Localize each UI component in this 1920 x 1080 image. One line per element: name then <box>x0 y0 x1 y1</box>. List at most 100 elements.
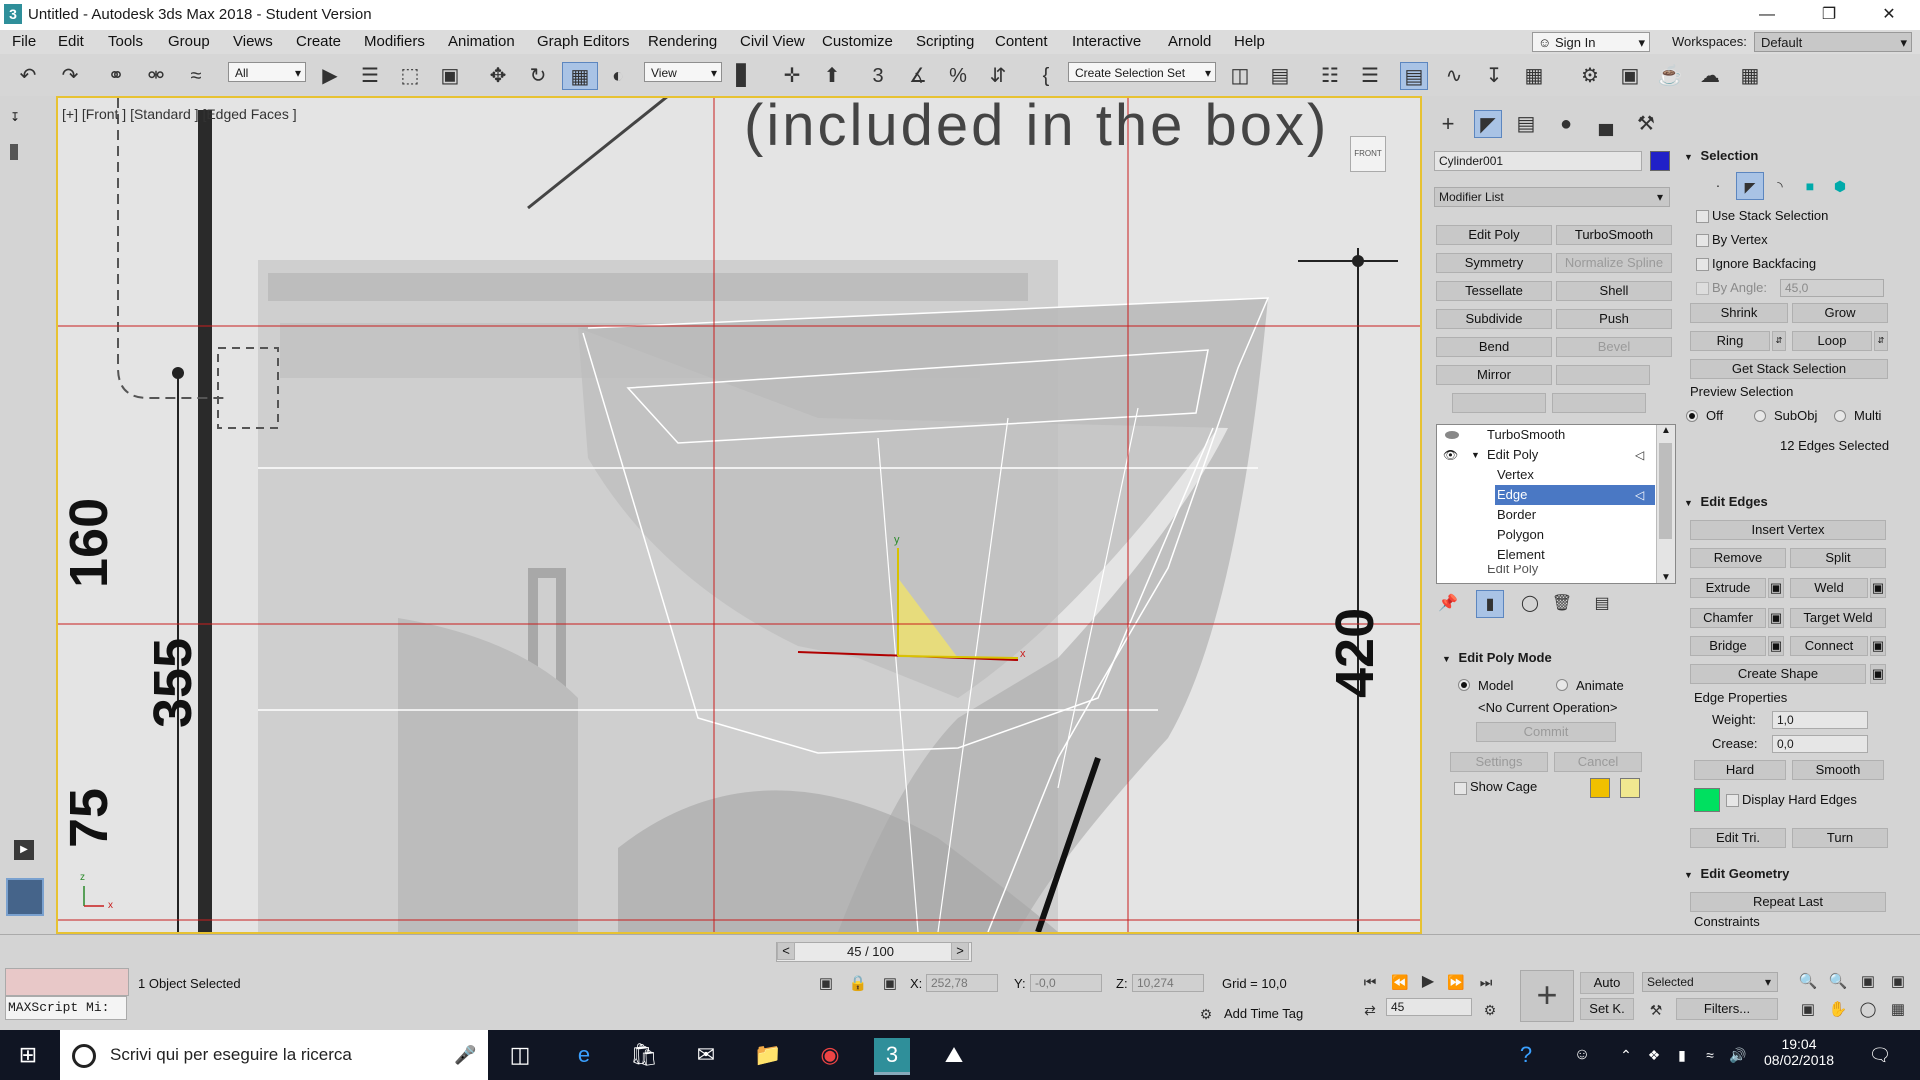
configure-modifier-sets-icon[interactable]: ▤ <box>1588 590 1616 618</box>
edit-edges-header[interactable]: ▼ Edit Edges <box>1684 494 1768 509</box>
ring-spinner-icon[interactable]: ⇵ <box>1772 331 1786 351</box>
display-tab-icon[interactable]: ▄ <box>1592 110 1620 138</box>
mirror-icon[interactable]: ◫ <box>1226 62 1254 90</box>
menu-interactive[interactable]: Interactive <box>1072 33 1141 50</box>
menu-tools[interactable]: Tools <box>108 33 143 50</box>
cage-color-swatch[interactable] <box>1590 778 1610 798</box>
modifier-mirror-button[interactable]: Mirror <box>1436 365 1552 385</box>
repeat-last-button[interactable]: Repeat Last <box>1690 892 1886 912</box>
field-of-view-icon[interactable]: ▣ <box>1794 996 1822 1024</box>
y-coordinate-field[interactable]: -0,0 <box>1030 974 1102 992</box>
menu-scripting[interactable]: Scripting <box>916 33 974 50</box>
modifier-edit-poly-button[interactable]: Edit Poly <box>1436 225 1552 245</box>
settings-button[interactable]: Settings <box>1450 752 1548 772</box>
material-editor-icon[interactable]: ▦ <box>1520 62 1548 90</box>
hierarchy-tab-icon[interactable]: ▤ <box>1512 110 1540 138</box>
preview-subobj-radio[interactable] <box>1754 410 1766 422</box>
commit-button[interactable]: Commit <box>1476 722 1616 742</box>
viewcube[interactable]: FRONT <box>1350 136 1386 172</box>
link-icon[interactable]: ⚭ <box>102 62 130 90</box>
maximize-viewport-icon[interactable]: ▦ <box>1884 996 1912 1024</box>
isolate-selection-icon[interactable]: ▣ <box>812 970 840 998</box>
modifier-shell-button[interactable]: Shell <box>1556 281 1672 301</box>
viewport-layout-icon[interactable] <box>6 878 44 916</box>
modifier-empty-button[interactable] <box>1552 393 1646 413</box>
display-hard-edges-checkbox[interactable] <box>1726 794 1739 807</box>
modifier-symmetry-button[interactable]: Symmetry <box>1436 253 1552 273</box>
scene-explorer-toggle-icon[interactable] <box>10 144 18 160</box>
menu-modifiers[interactable]: Modifiers <box>364 33 425 50</box>
previous-frame-icon[interactable]: ⏪ <box>1386 968 1414 996</box>
menu-civil-view[interactable]: Civil View <box>740 33 805 50</box>
front-viewport[interactable]: [+] [Front ] [Standard ] [Edged Faces ] … <box>56 96 1422 934</box>
maxscript-mini-field[interactable]: MAXScript Mi: <box>5 996 127 1020</box>
filters-button[interactable]: Filters... <box>1676 998 1778 1020</box>
layer-explorer-icon[interactable]: ☰ <box>1356 62 1384 90</box>
select-object-icon[interactable]: ▶ <box>316 62 344 90</box>
photos-icon[interactable]: ⛰ <box>936 1038 972 1072</box>
object-color-swatch[interactable] <box>1650 151 1670 171</box>
weld-button[interactable]: Weld <box>1790 578 1868 598</box>
task-view-icon[interactable]: ◫ <box>502 1038 538 1072</box>
by-angle-checkbox[interactable] <box>1696 282 1709 295</box>
menu-group[interactable]: Group <box>168 33 210 50</box>
split-button[interactable]: Split <box>1790 548 1886 568</box>
a360-gallery-icon[interactable]: ▦ <box>1736 62 1764 90</box>
render-production-icon[interactable]: ☕ <box>1656 62 1684 90</box>
edit-geometry-header[interactable]: ▼ Edit Geometry <box>1684 866 1789 881</box>
edge-browser-icon[interactable]: e <box>566 1038 602 1072</box>
menu-edit[interactable]: Edit <box>58 33 84 50</box>
rotate-icon[interactable]: ↻ <box>524 62 552 90</box>
workspace-dropdown[interactable]: Default ▾ <box>1754 32 1912 52</box>
grow-button[interactable]: Grow <box>1792 303 1888 323</box>
percent-snap-icon[interactable]: % <box>944 62 972 90</box>
scroll-up-icon[interactable]: ▲ <box>1657 425 1675 436</box>
select-by-name-icon[interactable]: ☰ <box>356 62 384 90</box>
scene-explorer-icon[interactable]: ☷ <box>1316 62 1344 90</box>
render-in-cloud-icon[interactable]: ☁ <box>1696 62 1724 90</box>
minimize-button[interactable]: — <box>1740 0 1794 30</box>
sign-in-dropdown[interactable]: ☺ Sign In ▾ <box>1532 32 1650 52</box>
chamfer-settings-icon[interactable]: ▣ <box>1768 608 1784 628</box>
crease-spinner[interactable]: 0,0 <box>1772 735 1868 753</box>
modifier-push-button[interactable]: Push <box>1556 309 1672 329</box>
utilities-tab-icon[interactable]: ⚒ <box>1632 110 1660 138</box>
curve-editor-icon[interactable]: ∿ <box>1440 62 1468 90</box>
set-key-big-icon[interactable]: + <box>1520 970 1574 1022</box>
modifier-turbosmooth-button[interactable]: TurboSmooth <box>1556 225 1672 245</box>
clock[interactable]: 19:04 08/02/2018 <box>1764 1036 1834 1068</box>
bind-space-warp-icon[interactable]: ≈ <box>182 62 210 90</box>
show-cage-checkbox[interactable] <box>1454 782 1467 795</box>
menu-help[interactable]: Help <box>1234 33 1265 50</box>
set-key-button[interactable]: Set K. <box>1580 998 1634 1020</box>
zoom-icon[interactable]: 🔍 <box>1794 968 1822 996</box>
stack-item-edit-poly-2[interactable]: Edit Poly <box>1437 565 1655 579</box>
loop-button[interactable]: Loop <box>1792 331 1872 351</box>
smooth-button[interactable]: Smooth <box>1792 760 1884 780</box>
select-manipulate-icon[interactable]: ✛ <box>778 62 806 90</box>
use-stack-selection-checkbox[interactable] <box>1696 210 1709 223</box>
insert-vertex-button[interactable]: Insert Vertex <box>1690 520 1886 540</box>
selection-filter-dropdown[interactable]: All ▾ <box>228 62 306 82</box>
polygon-mode-icon[interactable]: ■ <box>1796 172 1824 200</box>
bridge-settings-icon[interactable]: ▣ <box>1768 636 1784 656</box>
remove-modifier-icon[interactable]: 🗑 <box>1548 590 1576 618</box>
add-time-tag-label[interactable]: Add Time Tag <box>1224 1006 1303 1021</box>
stack-subobject-polygon[interactable]: Polygon <box>1437 525 1655 545</box>
rectangular-selection-icon[interactable]: ⬚ <box>396 62 424 90</box>
preview-multi-radio[interactable] <box>1834 410 1846 422</box>
named-selection-set-dropdown[interactable]: Create Selection Set ▾ <box>1068 62 1216 82</box>
next-frame-button[interactable]: > <box>951 942 969 960</box>
border-mode-icon[interactable]: ◝ <box>1766 172 1794 200</box>
time-tag-icon[interactable]: ⚙ <box>1192 1000 1220 1028</box>
ignore-backfacing-checkbox[interactable] <box>1696 258 1709 271</box>
file-explorer-icon[interactable]: 📁 <box>750 1038 786 1072</box>
time-configuration-icon[interactable]: ⚙ <box>1476 996 1504 1024</box>
extrude-button[interactable]: Extrude <box>1690 578 1766 598</box>
selection-header[interactable]: ▼ Selection <box>1684 148 1758 163</box>
ring-button[interactable]: Ring <box>1690 331 1770 351</box>
bridge-button[interactable]: Bridge <box>1690 636 1766 656</box>
reference-coordinate-dropdown[interactable]: View ▾ <box>644 62 722 82</box>
modifier-tessellate-button[interactable]: Tessellate <box>1436 281 1552 301</box>
vertex-mode-icon[interactable]: ⋅ <box>1704 172 1732 200</box>
